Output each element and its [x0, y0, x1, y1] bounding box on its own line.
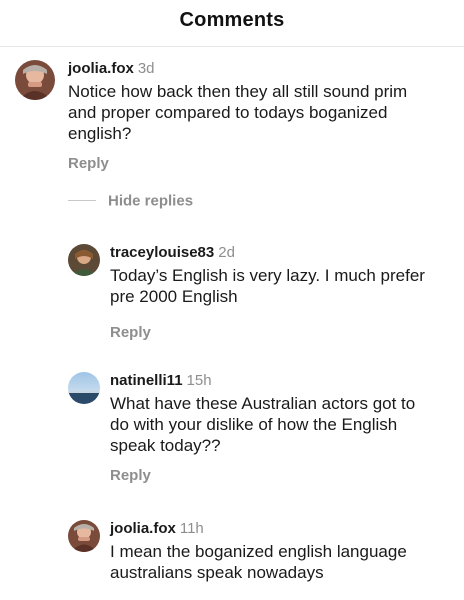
comment-timestamp: 3d [137, 60, 155, 77]
hide-replies-button[interactable]: Hide replies [68, 192, 193, 212]
reply-button[interactable]: Reply [110, 467, 458, 484]
comment-text: What have these Australian actors got to… [110, 393, 458, 456]
comment-username[interactable]: joolia.fox [68, 60, 134, 77]
comment-text-line: Notice how back then they all still soun… [68, 82, 408, 101]
comment-username[interactable]: traceylouise83 [110, 244, 214, 261]
avatar-photo-person-icon [68, 244, 100, 276]
comment-text-line: do with your dislike of how the English [110, 415, 398, 434]
comment-text: Notice how back then they all still soun… [68, 81, 458, 144]
comment-text-line: pre 2000 English [110, 287, 238, 306]
page-title: Comments [179, 9, 285, 31]
reply-button[interactable]: Reply [110, 324, 458, 341]
hide-replies-label: Hide replies [108, 192, 194, 210]
comment-username[interactable]: natinelli11 [110, 372, 183, 389]
comments-header: Comments [0, 0, 464, 47]
avatar-photo-person-icon [15, 60, 55, 100]
comment-text-line: and proper compared to todays boganized [68, 103, 388, 122]
comment-text-line: australians speak nowadays [110, 563, 324, 582]
comment-timestamp: 11h [179, 520, 204, 537]
comments-screen: Comments joolia.fox 3d Notice how back th… [0, 0, 464, 600]
reply-button[interactable]: Reply [68, 155, 458, 172]
avatar[interactable] [68, 244, 100, 276]
comment-timestamp: 2d [218, 244, 235, 261]
comment-text-line: I mean the boganized english language [110, 542, 407, 561]
comment-text-line: What have these Australian actors got to [110, 394, 416, 413]
hide-replies-divider [68, 200, 96, 202]
comment-username[interactable]: joolia.fox [110, 520, 176, 537]
comment-text: I mean the boganized english language au… [110, 541, 458, 583]
comment-text-line: english? [68, 124, 132, 143]
avatar[interactable] [68, 520, 100, 552]
comment-timestamp: 15h [186, 372, 212, 389]
comment-text-line: speak today?? [110, 436, 221, 455]
comment-text-line: Today’s English is very lazy. I much pre… [110, 266, 425, 285]
avatar-photo-landscape-icon [68, 372, 100, 404]
avatar[interactable] [15, 60, 55, 100]
avatar-photo-person-icon [68, 520, 100, 552]
avatar[interactable] [68, 372, 100, 404]
comment-text: Today’s English is very lazy. I much pre… [110, 265, 458, 307]
